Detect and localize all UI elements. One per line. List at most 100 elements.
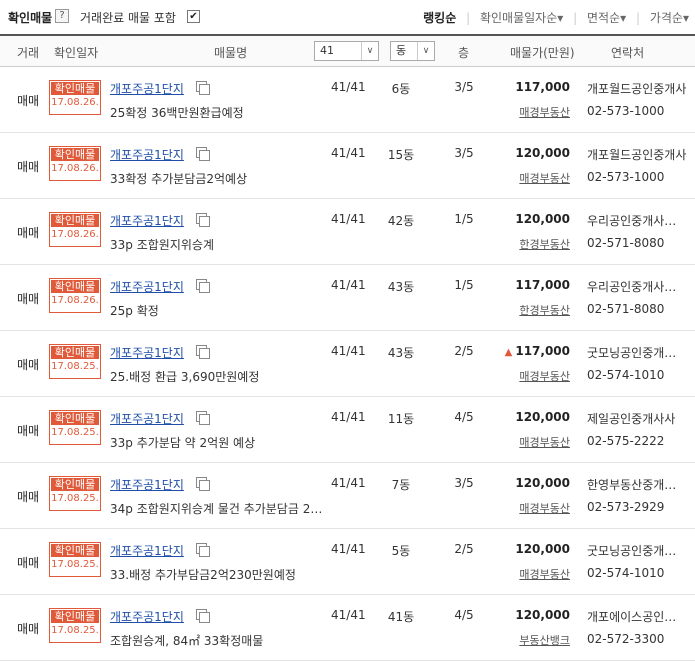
listing-description: 34p 조합원지위승계 물건 추가분담금 2… <box>110 502 323 516</box>
listing-description: 33확정 추가분담금2억예상 <box>110 172 248 186</box>
broker-link[interactable]: 한경부동산 <box>498 302 570 318</box>
listing-dong: 7동 <box>391 478 411 492</box>
verified-label: 확인매물 <box>51 610 99 623</box>
col-price: 매물가(만원) <box>510 46 575 60</box>
copy-icon[interactable] <box>196 81 210 95</box>
deal-type: 매매 <box>17 358 40 372</box>
chevron-down-icon: ∨ <box>417 42 434 60</box>
price-value: 120,000 <box>515 146 570 160</box>
sort-divider: | <box>466 11 471 25</box>
listing-name-link[interactable]: 개포주공1단지 <box>110 608 184 625</box>
table-header: 거래 확인일자 매물명 41 ∨ 동 ∨ 층 매물가(만원) 연락처 <box>0 34 695 67</box>
verified-label: 확인매물 <box>51 478 99 491</box>
verified-stamp: 확인매물 17.08.26. <box>49 212 101 247</box>
listing-area: 41/41 <box>331 278 366 292</box>
listing-area: 41/41 <box>331 410 366 424</box>
listing-name-link[interactable]: 개포주공1단지 <box>110 212 184 229</box>
copy-icon[interactable] <box>196 477 210 491</box>
broker-link[interactable]: 매경부동산 <box>498 434 570 450</box>
sort-options: 랭킹순 | 확인매물일자순▾ | 면적순▾ | 가격순▾ <box>417 9 689 26</box>
listing-name-link[interactable]: 개포주공1단지 <box>110 476 184 493</box>
listing-description: 33p 조합원지위승계 <box>110 238 214 252</box>
verified-label: 확인매물 <box>51 148 99 161</box>
col-listing-name: 매물명 <box>214 46 248 60</box>
include-completed-label: 거래완료 매물 포함 <box>80 11 176 25</box>
listing-dong: 43동 <box>387 346 415 360</box>
sort-ranking[interactable]: 랭킹순 <box>423 11 456 25</box>
sort-confirm-date[interactable]: 확인매물일자순▾ <box>480 11 563 25</box>
include-completed-checkbox[interactable]: ✔ <box>187 10 200 23</box>
col-floor: 층 <box>458 46 470 60</box>
broker-link[interactable]: 한경부동산 <box>498 236 570 252</box>
listing-price: 120,000 <box>496 476 570 490</box>
verified-date: 17.08.25. <box>51 625 99 636</box>
table-row: 매매 확인매물 17.08.25. 개포주공1단지 33.배정 추가부담금2억230만원… <box>0 528 695 595</box>
listing-name-link[interactable]: 개포주공1단지 <box>110 278 184 295</box>
sort-divider: | <box>573 11 578 25</box>
verified-stamp: 확인매물 17.08.25. <box>49 410 101 445</box>
listing-price: 120,000 <box>496 146 570 160</box>
copy-icon[interactable] <box>196 543 210 557</box>
copy-icon[interactable] <box>196 279 210 293</box>
verified-date: 17.08.25. <box>51 559 99 570</box>
deal-type: 매매 <box>17 226 40 240</box>
agent-name: 굿모닝공인중개사사무소 <box>587 346 687 360</box>
table-row: 매매 확인매물 17.08.26. 개포주공1단지 33확정 추가분담금2억예상 41/4… <box>0 132 695 199</box>
copy-icon[interactable] <box>196 213 210 227</box>
price-value: 120,000 <box>515 212 570 226</box>
listing-price: 120,000 <box>496 212 570 226</box>
price-value: 120,000 <box>515 410 570 424</box>
listing-dong: 5동 <box>391 544 411 558</box>
agent-phone: 02-574-1010 <box>587 368 665 382</box>
deal-type: 매매 <box>17 292 40 306</box>
broker-link[interactable]: 매경부동산 <box>498 368 570 384</box>
table-row: 매매 확인매물 17.08.25. 개포주공1단지 34p 조합원지위승계 물건 추가분… <box>0 462 695 529</box>
chevron-down-icon: ∨ <box>361 42 378 60</box>
area-filter-select[interactable]: 41 ∨ <box>314 41 379 61</box>
listing-name-link[interactable]: 개포주공1단지 <box>110 410 184 427</box>
verified-label: 확인매물 <box>51 346 99 359</box>
copy-icon[interactable] <box>196 411 210 425</box>
listing-price: 117,000 <box>496 278 570 292</box>
col-confirm-date: 확인일자 <box>54 46 99 60</box>
price-value: 120,000 <box>515 476 570 490</box>
help-icon[interactable]: ? <box>55 9 69 23</box>
listing-floor: 2/5 <box>454 542 474 556</box>
copy-icon[interactable] <box>196 609 210 623</box>
agent-phone: 02-574-1010 <box>587 566 665 580</box>
agent-name: 개포월드공인중개사 <box>587 148 687 162</box>
sort-area[interactable]: 면적순▾ <box>587 11 626 25</box>
broker-link[interactable]: 매경부동산 <box>498 500 570 516</box>
agent-name: 개포에이스공인중개사 <box>587 610 687 624</box>
table-row: 매매 확인매물 17.08.25. 개포주공1단지 25.배정 환급 3,690만원예정… <box>0 330 695 397</box>
listing-dong: 11동 <box>387 412 415 426</box>
deal-type: 매매 <box>17 622 40 636</box>
listing-area: 41/41 <box>331 344 366 358</box>
dong-filter-select[interactable]: 동 ∨ <box>390 41 435 61</box>
listing-area: 41/41 <box>331 146 366 160</box>
agent-phone: 02-573-1000 <box>587 170 665 184</box>
agent-phone: 02-575-2222 <box>587 434 665 448</box>
listing-name-link[interactable]: 개포주공1단지 <box>110 80 184 97</box>
listing-dong: 41동 <box>387 610 415 624</box>
sort-price[interactable]: 가격순▾ <box>650 11 689 25</box>
listing-area: 41/41 <box>331 212 366 226</box>
broker-link[interactable]: 매경부동산 <box>498 566 570 582</box>
table-row: 매매 확인매물 17.08.25. 개포주공1단지 33p 추가분담 약 2억원 예상 4… <box>0 396 695 463</box>
listing-description: 25p 확정 <box>110 304 159 318</box>
listing-name-link[interactable]: 개포주공1단지 <box>110 542 184 559</box>
table-row: 매매 확인매물 17.08.26. 개포주공1단지 25p 확정 41/41 43동 1/5 1… <box>0 264 695 331</box>
listing-description: 25확정 36백만원환급예정 <box>110 106 244 120</box>
listing-name-link[interactable]: 개포주공1단지 <box>110 146 184 163</box>
table-row: 매매 확인매물 17.08.26. 개포주공1단지 25확정 36백만원환급예정 41/4… <box>0 66 695 133</box>
listing-name-link[interactable]: 개포주공1단지 <box>110 344 184 361</box>
broker-link[interactable]: 부동산뱅크 <box>498 632 570 648</box>
listing-floor: 1/5 <box>454 212 474 226</box>
listing-floor: 3/5 <box>454 80 474 94</box>
broker-link[interactable]: 매경부동산 <box>498 170 570 186</box>
listing-floor: 3/5 <box>454 476 474 490</box>
copy-icon[interactable] <box>196 147 210 161</box>
listing-price: 120,000 <box>496 410 570 424</box>
copy-icon[interactable] <box>196 345 210 359</box>
broker-link[interactable]: 매경부동산 <box>498 104 570 120</box>
